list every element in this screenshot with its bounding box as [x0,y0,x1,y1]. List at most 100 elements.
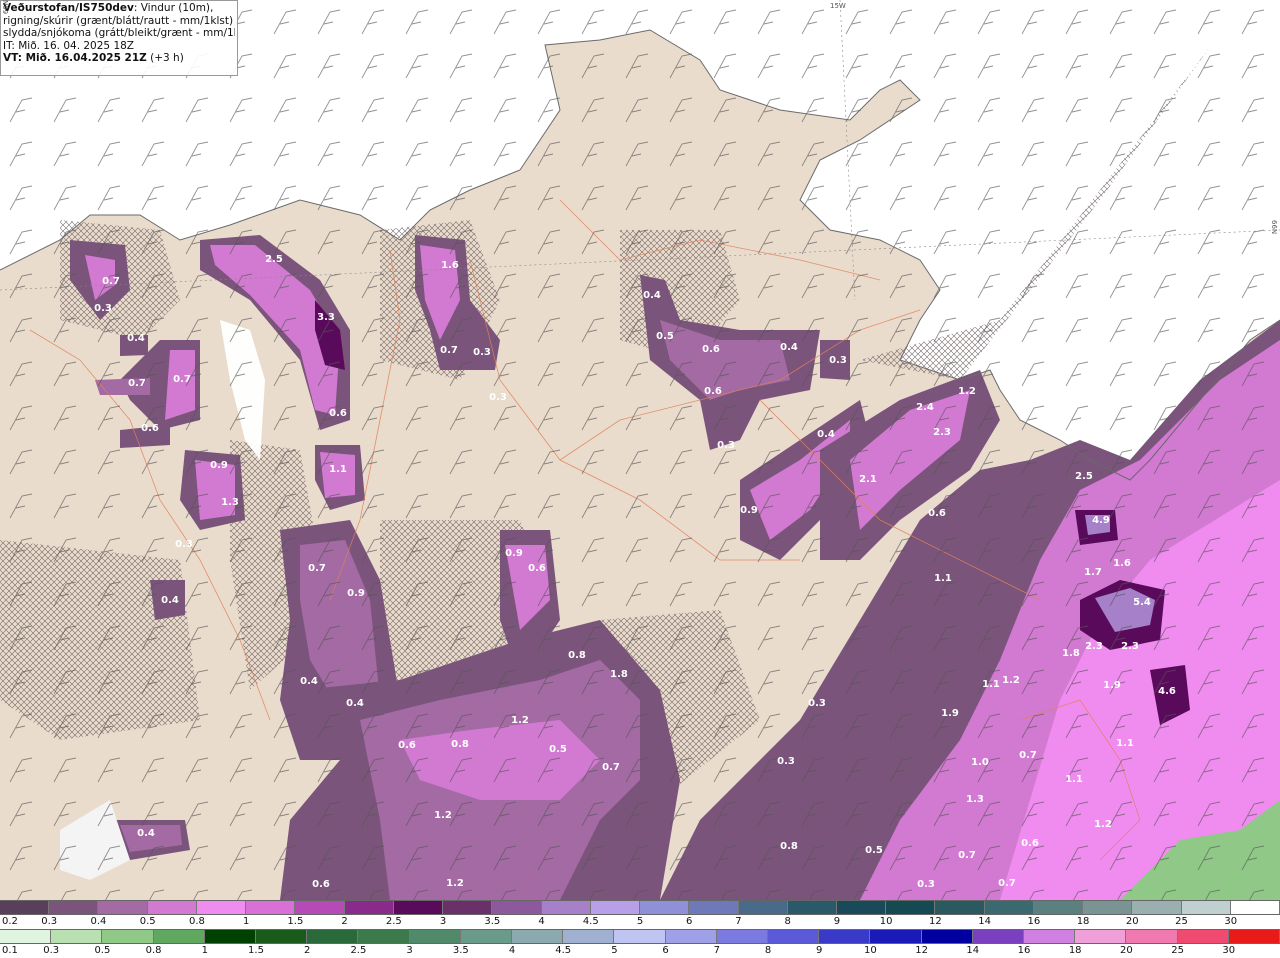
precip-value-label: 0.9 [210,460,228,471]
legend-tick-label: 18 [1076,916,1090,927]
legend-tick-label: 20 [1125,916,1139,927]
legend-tick-label: 0.3 [43,945,60,956]
description-line-3: slydda/snjókoma (grátt/bleikt/grænt - mm… [3,27,235,39]
legend-tick-label: 2.5 [385,916,402,927]
legend-tick-label: 12 [929,916,942,927]
precip-value-label: 0.6 [702,344,720,355]
precip-value-label: 1.1 [934,573,952,584]
legend-tick-label: 1 [201,945,208,956]
legend-tick-label: 0.4 [90,916,107,927]
precip-value-label: 1.6 [441,260,459,271]
legend-swatch [563,930,615,943]
legend-swatch [246,901,296,914]
legend-swatch [665,930,717,943]
legend-tick-label: 0.5 [94,945,111,956]
legend-swatch [935,901,985,914]
legend-sleet-snow-ticks: 0.2 0.3 0.4 0.5 0.8 1 1.5 2 2.5 3 3.5 4 4.5 5 6 7 8 9 10 12… [0,915,1280,929]
legend-swatch [1033,901,1084,914]
legend-swatch [196,901,247,914]
legend-tick-label: 16 [1027,916,1041,927]
legend-tick-label: 18 [1068,945,1082,956]
precip-value-label: 0.9 [505,548,523,559]
precip-value-label: 2.1 [859,474,877,485]
legend-tick-label: 14 [978,916,991,927]
precip-value-label: 0.7 [602,762,620,773]
weather-map: 2.5 3.3 0.6 1.1 0.7 0.9 0.4 0.4 1.6 0.7 0.3 0.3 0.4 0… [0,0,1280,900]
legend-tick-label: 1 [242,916,250,927]
precip-value-label: 1.2 [434,810,452,821]
legend-tick-label: 8 [764,945,772,956]
legend-swatch [921,930,973,943]
precip-value-label: 0.4 [300,676,318,687]
precip-value-label: 0.3 [717,440,735,451]
legend-swatch [307,930,359,943]
graticule-label-66n-left: 66N [2,0,10,15]
legend-tick-label: 4.5 [582,916,599,927]
legend-swatch [1083,901,1133,914]
precip-value-label: 0.8 [780,841,798,852]
legend-swatch [49,901,99,914]
precip-value-label: 1.9 [941,708,959,719]
precip-value-label: 0.4 [780,342,798,353]
precip-value-label: 0.8 [568,650,586,661]
legend-swatch [1177,930,1229,943]
precip-value-label: 0.9 [347,588,365,599]
legend-sleet-snow: 0.2 0.3 0.4 0.5 0.8 1 1.5 2 2.5 3 3.5 4 4.5 5 6 7 8 9 10 12… [0,900,1280,929]
precip-value-label: 0.3 [829,355,847,366]
legend-swatch [153,930,205,943]
precip-value-label: 0.7 [998,878,1016,889]
precip-value-label: 1.3 [966,794,984,805]
legend-tick-label: 10 [879,916,893,927]
legend-swatch [492,901,542,914]
legend-tick-label: 2.5 [350,945,367,956]
legend-sleet-snow-swatches [0,900,1280,915]
legend-swatch [1230,901,1280,914]
graticule-label-15w: 15W [830,2,846,10]
legend-swatch [716,930,769,943]
legend-tick-label: 9 [833,916,841,927]
precip-value-label: 0.4 [643,290,661,301]
legend-tick-label: 3.5 [484,916,501,927]
precip-value-label: 0.9 [740,505,758,516]
legend-swatch [870,930,922,943]
legend-swatch [1126,930,1178,943]
legend-swatch [614,930,666,943]
legend-swatch [204,930,257,943]
legend-tick-label: 9 [816,945,823,956]
legend-tick-label: 0.8 [188,916,205,927]
legend-swatch [819,930,871,943]
precip-value-label: 4.9 [1092,515,1110,526]
legend-rain: 0.1 0.3 0.5 0.8 1 1.5 2 2.5 3 3.5 4 4.5 5 6 7 8 9 10 12 14 1… [0,929,1280,958]
legend-swatch [51,930,103,943]
legend-tick-label: 0.2 [2,916,18,927]
legend-tick-label: 2 [304,945,311,956]
legend-swatch [1181,901,1231,914]
precip-value-label: 0.7 [102,276,120,287]
description-line-1: : Vindur (10m), [133,2,214,14]
precip-value-label: 0.3 [473,347,491,358]
legend-tick-label: 5 [636,916,644,927]
legend-swatch [147,901,197,914]
valid-time: VT: Mið. 16.04.2025 21Z [3,52,147,64]
precip-value-label: 0.6 [312,879,330,890]
precip-value-label: 0.3 [175,539,193,550]
precip-value-label: 1.2 [958,386,976,397]
precip-value-label: 2.3 [1085,641,1103,652]
precip-value-label: 1.9 [1103,680,1121,691]
legend-tick-label: 30 [1222,945,1236,956]
precip-value-label: 1.7 [1084,567,1102,578]
precip-value-label: 0.6 [704,386,722,397]
precip-value-label: 2.3 [1121,641,1139,652]
legend-swatch [409,930,461,943]
legend-swatch [0,901,50,914]
legend-swatch [295,901,345,914]
precip-value-label: 3.3 [317,312,335,323]
legend-tick-label: 3 [406,945,413,956]
legend-swatch [0,930,52,943]
precip-value-label: 1.1 [982,679,1000,690]
legend-tick-label: 2 [341,916,348,927]
legend-tick-label: 14 [966,945,980,956]
precip-value-label: 0.7 [173,374,191,385]
precip-value-label: 1.6 [1113,558,1131,569]
precip-value-label: 0.3 [489,392,507,403]
